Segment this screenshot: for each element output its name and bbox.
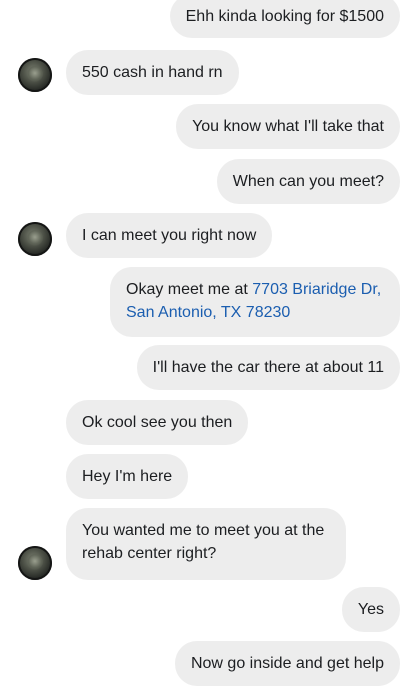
message-bubble-outgoing[interactable]: Ehh kinda looking for $1500 xyxy=(169,0,400,38)
message-text: I can meet you right now xyxy=(82,227,257,244)
contact-avatar[interactable] xyxy=(18,58,52,92)
message-bubble-incoming[interactable]: Ok cool see you then xyxy=(66,400,249,445)
message-text: Yes xyxy=(357,601,384,618)
message-text: I'll have the car there at about 11 xyxy=(152,359,384,376)
message-bubble-incoming[interactable]: Hey I'm here xyxy=(66,454,189,499)
message-bubble-outgoing[interactable]: When can you meet? xyxy=(216,159,400,204)
message-text: Okay meet me at xyxy=(126,281,253,298)
message-text: You know what I'll take that xyxy=(192,118,384,135)
message-text: Now go inside and get help xyxy=(190,655,384,672)
message-bubble-incoming[interactable]: You wanted me to meet you at the rehab c… xyxy=(66,508,346,580)
contact-avatar[interactable] xyxy=(18,546,52,580)
message-text: Hey I'm here xyxy=(82,468,173,485)
message-text: 550 cash in hand rn xyxy=(82,64,223,81)
contact-avatar[interactable] xyxy=(18,222,52,256)
message-bubble-incoming[interactable]: 550 cash in hand rn xyxy=(66,50,239,95)
message-bubble-outgoing[interactable]: I'll have the car there at about 11 xyxy=(136,345,400,390)
message-bubble-outgoing[interactable]: Now go inside and get help xyxy=(174,641,400,686)
message-bubble-outgoing[interactable]: Okay meet me at 7703 Briaridge Dr, San A… xyxy=(110,267,400,337)
message-text: Ehh kinda looking for $1500 xyxy=(185,8,384,25)
message-bubble-outgoing[interactable]: You know what I'll take that xyxy=(176,104,400,149)
message-bubble-outgoing[interactable]: Yes xyxy=(341,587,400,632)
message-bubble-incoming[interactable]: I can meet you right now xyxy=(66,213,273,258)
message-text: Ok cool see you then xyxy=(82,414,233,431)
message-text: When can you meet? xyxy=(232,173,384,190)
message-text: You wanted me to meet you at the rehab c… xyxy=(82,522,325,562)
